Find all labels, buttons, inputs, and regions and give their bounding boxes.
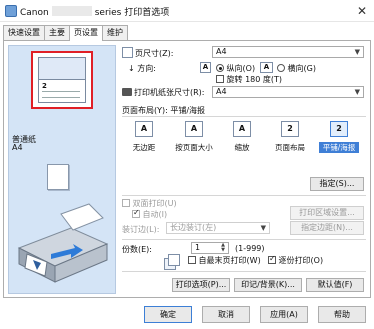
duplex-auto-option[interactable]: 自动(I)	[132, 208, 167, 220]
page-preview: 2	[31, 51, 93, 109]
title-suffix: series 打印首选项	[94, 8, 170, 18]
landscape-radio[interactable]	[277, 64, 285, 72]
page-layout-icon: 2	[281, 121, 299, 137]
copies-input[interactable]: 1 ▲ ▼	[191, 242, 229, 254]
preview-paper: 2	[38, 57, 86, 103]
tiling-poster-icon: 2	[330, 121, 348, 137]
layout-scaled[interactable]: A 缩放	[222, 121, 262, 157]
tab-quick-setup[interactable]: 快速设置	[3, 25, 45, 40]
rotate-checkbox[interactable]	[216, 75, 224, 83]
close-button[interactable]: ✕	[354, 3, 370, 19]
title-bar: Canon series 打印首选项 ✕	[0, 0, 374, 22]
copies-range: (1-999)	[235, 244, 265, 253]
printer-paper-dropdown[interactable]: A4 ▼	[212, 86, 364, 98]
cancel-button[interactable]: 取消	[202, 306, 250, 323]
collate-option[interactable]: 逐份打印(O)	[268, 254, 323, 266]
layout-fit-to-page[interactable]: A 按页面大小	[174, 121, 214, 157]
specify-button[interactable]: 指定(S)...	[310, 177, 364, 191]
printer-app-icon	[5, 5, 17, 17]
page-layout-label: 页面布局(Y): 平铺/海报	[122, 106, 206, 115]
paper-feed-icon	[47, 164, 69, 190]
chevron-down-icon: ▼	[354, 88, 360, 96]
tab-main[interactable]: 主要	[44, 25, 70, 40]
title-prefix: Canon	[20, 8, 49, 18]
copies-label: 份数(E):	[122, 245, 152, 254]
apply-button[interactable]: 应用(A)	[260, 306, 308, 323]
chevron-down-icon: ▼	[354, 48, 360, 56]
copies-stack-icon	[164, 254, 184, 270]
media-size-text: A4	[12, 143, 23, 152]
page-layout-options: A 无边距 A 按页面大小 A 缩放 2 页面布局 2 平铺/海报	[122, 121, 368, 157]
defaults-button[interactable]: 默认值(F)	[306, 278, 364, 292]
layout-page-layout[interactable]: 2 页面布局	[270, 121, 310, 157]
stapling-dropdown[interactable]: 长边装订(左) ▼	[166, 222, 270, 234]
window-title: Canon series 打印首选项	[20, 5, 169, 18]
tab-strip: 快速设置 主要 页设置 维护	[3, 25, 128, 41]
reverse-order-option[interactable]: 自最末页打印(W)	[188, 255, 261, 266]
landscape-option[interactable]: 横向(G)	[277, 63, 316, 74]
fit-to-page-icon: A	[185, 121, 203, 137]
stepper-icon[interactable]: ▲ ▼	[221, 243, 225, 253]
preview-page-number: 2	[42, 82, 47, 90]
arrow-down-icon: ↓	[128, 64, 138, 73]
tab-maintenance[interactable]: 维护	[102, 25, 128, 40]
duplex-option[interactable]: 双面打印(U)	[122, 198, 177, 209]
print-area-button[interactable]: 打印区域设置...	[290, 206, 364, 220]
landscape-icon: A	[260, 62, 273, 73]
specify-margin-button[interactable]: 指定边距(N)...	[290, 221, 364, 235]
borderless-icon: A	[135, 121, 153, 137]
layout-borderless[interactable]: A 无边距	[124, 121, 164, 157]
redacted-model	[51, 6, 92, 16]
preview-pane: 2 普通纸 A4	[8, 45, 116, 294]
printer-illustration-icon	[17, 203, 109, 283]
print-options-button[interactable]: 打印选项(P)...	[172, 278, 230, 292]
reverse-order-checkbox[interactable]	[188, 256, 196, 264]
portrait-radio[interactable]	[216, 64, 224, 72]
stapling-label: 装订边(L):	[122, 225, 160, 234]
rotate-option[interactable]: 旋转 180 度(T)	[216, 74, 282, 85]
portrait-icon: A	[200, 62, 211, 73]
page-size-dropdown[interactable]: A4 ▼	[212, 46, 364, 58]
collate-checkbox[interactable]	[268, 254, 276, 264]
orientation-label: ↓ 方向:	[128, 64, 156, 73]
help-button[interactable]: 帮助	[318, 306, 366, 323]
tab-page-setup[interactable]: 页设置	[69, 25, 103, 41]
tab-panel: 2 普通纸 A4 页尺寸(Z): A4 ▼ ↓ 方向: A 纵向(O) A 横向(…	[3, 40, 371, 298]
page-size-label: 页尺寸(Z):	[122, 47, 173, 59]
ok-button[interactable]: 确定	[144, 306, 192, 323]
stamp-background-button[interactable]: 印记/背景(K)...	[234, 278, 302, 292]
layout-tiling-poster[interactable]: 2 平铺/海报	[319, 121, 359, 157]
page-size-icon	[122, 47, 133, 58]
printer-paper-label: 打印机纸张尺寸(R):	[122, 87, 205, 98]
scaled-icon: A	[233, 121, 251, 137]
printer-icon	[122, 88, 132, 96]
duplex-checkbox[interactable]	[122, 199, 130, 207]
portrait-option[interactable]: 纵向(O)	[216, 63, 255, 74]
chevron-down-icon: ▼	[260, 224, 266, 232]
duplex-auto-checkbox[interactable]	[132, 208, 140, 218]
